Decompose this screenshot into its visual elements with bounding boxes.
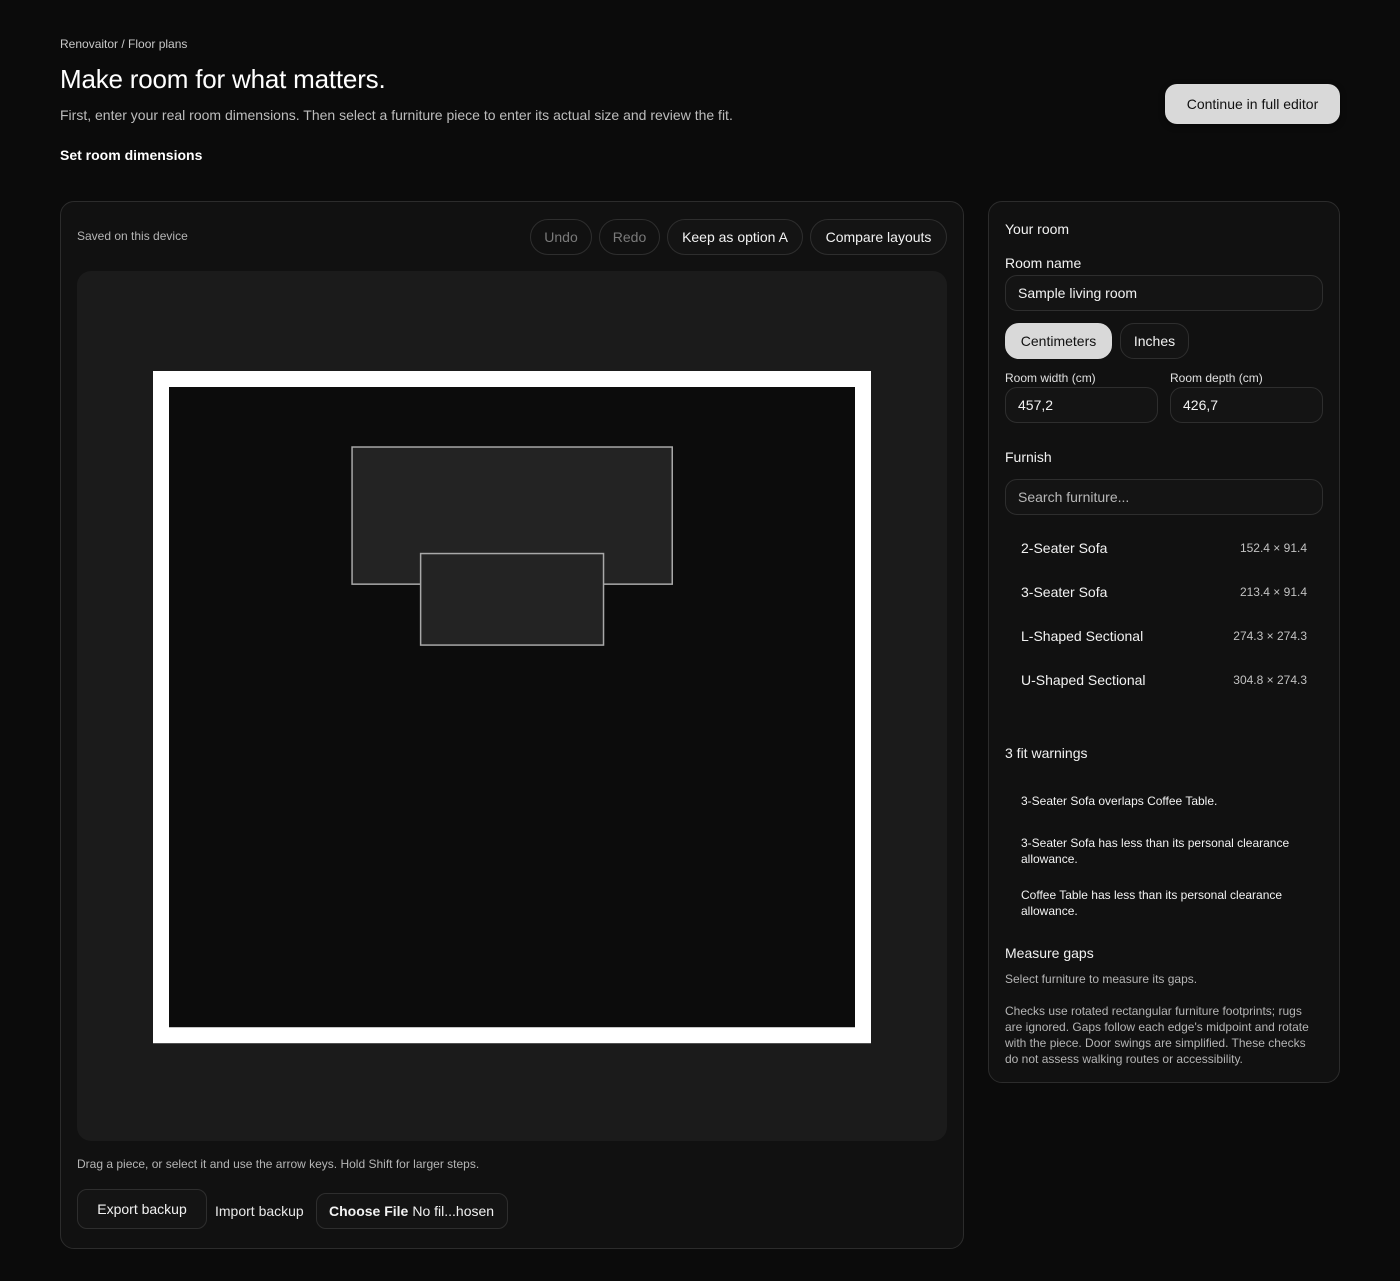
wall-corner bbox=[153, 1027, 161, 1036]
furniture-size: 213.4 × 91.4 bbox=[1239, 585, 1307, 599]
checks-footnote: Checks use rotated rectangular furniture… bbox=[1005, 1004, 1309, 1066]
saved-status: Saved on this device bbox=[77, 229, 188, 243]
furniture-name: 3-Seater Sofa bbox=[1021, 584, 1108, 600]
file-status: No fil...hosen bbox=[412, 1203, 495, 1219]
furniture-size: 152.4 × 91.4 bbox=[1239, 541, 1307, 555]
furniture-size: 274.3 × 274.3 bbox=[1233, 629, 1307, 643]
furniture-name: L-Shaped Sectional bbox=[1021, 628, 1144, 644]
wall-corner bbox=[863, 379, 871, 387]
furniture-name: 2-Seater Sofa bbox=[1021, 540, 1108, 556]
unit-centimeters-button[interactable]: Centimeters bbox=[1005, 323, 1112, 359]
furniture-item[interactable]: 2-Seater Sofa 152.4 × 91.4 bbox=[1005, 528, 1307, 568]
export-backup-button[interactable]: Export backup bbox=[77, 1189, 207, 1229]
unit-inches-button[interactable]: Inches bbox=[1120, 323, 1189, 359]
redo-button[interactable]: Redo bbox=[599, 219, 660, 255]
breadcrumb: Renovaitor / Floor plans bbox=[60, 37, 188, 51]
page-title: Make room for what matters. bbox=[60, 64, 386, 94]
floor-plan-panel: Saved on this device Undo Redo Keep as o… bbox=[60, 201, 964, 1249]
import-backup-label: Import backup bbox=[215, 1203, 304, 1219]
compare-layouts-button[interactable]: Compare layouts bbox=[810, 219, 947, 255]
furniture-piece-coffee-table[interactable] bbox=[419, 552, 605, 646]
fit-warning: 3-Seater Sofa overlaps Coffee Table. bbox=[1021, 794, 1218, 808]
choose-file-label: Choose File bbox=[329, 1203, 409, 1219]
undo-button[interactable]: Undo bbox=[530, 219, 592, 255]
page-subtitle: First, enter your real room dimensions. … bbox=[60, 107, 733, 123]
choose-file-input[interactable]: Choose File No fil...hosen bbox=[316, 1193, 508, 1229]
furniture-search-input[interactable] bbox=[1005, 479, 1323, 515]
wall-corner bbox=[863, 1027, 871, 1036]
furniture-name: U-Shaped Sectional bbox=[1021, 672, 1146, 688]
fit-warning: Coffee Table has less than its personal … bbox=[1021, 888, 1283, 918]
measure-gaps-heading: Measure gaps bbox=[1005, 945, 1094, 961]
furnish-heading: Furnish bbox=[1005, 449, 1052, 465]
floor-plan-canvas[interactable] bbox=[77, 271, 947, 1141]
room-name-input[interactable] bbox=[1005, 275, 1323, 311]
fit-warnings-heading: 3 fit warnings bbox=[1005, 745, 1088, 761]
room-width-input[interactable] bbox=[1005, 387, 1158, 423]
page: Renovaitor / Floor plans Make room for w… bbox=[0, 0, 1400, 1281]
furniture-item[interactable]: 3-Seater Sofa 213.4 × 91.4 bbox=[1005, 572, 1307, 612]
drag-hint: Drag a piece, or select it and use the a… bbox=[77, 1157, 480, 1171]
furniture-item[interactable]: U-Shaped Sectional 304.8 × 274.3 bbox=[1005, 660, 1307, 700]
furniture-size: 304.8 × 274.3 bbox=[1233, 673, 1307, 687]
fit-warning: 3-Seater Sofa has less than its personal… bbox=[1021, 836, 1290, 866]
room-name-label: Room name bbox=[1005, 255, 1082, 271]
furniture-item[interactable]: L-Shaped Sectional 274.3 × 274.3 bbox=[1005, 616, 1307, 656]
room-depth-input[interactable] bbox=[1170, 387, 1323, 423]
keep-option-a-button[interactable]: Keep as option A bbox=[667, 219, 803, 255]
wall-corner bbox=[153, 379, 161, 387]
room-side-panel: Your room Room name Centimeters Inches R… bbox=[988, 201, 1340, 1083]
floor-plan-svg bbox=[153, 371, 871, 1044]
room-depth-label: Room depth (cm) bbox=[1170, 371, 1263, 385]
room-width-label: Room width (cm) bbox=[1005, 371, 1096, 385]
continue-full-editor-button[interactable]: Continue in full editor bbox=[1165, 84, 1340, 124]
your-room-heading: Your room bbox=[1005, 221, 1070, 237]
set-room-dimensions-link[interactable]: Set room dimensions bbox=[60, 147, 202, 163]
measure-gaps-hint: Select furniture to measure its gaps. bbox=[1005, 972, 1198, 986]
